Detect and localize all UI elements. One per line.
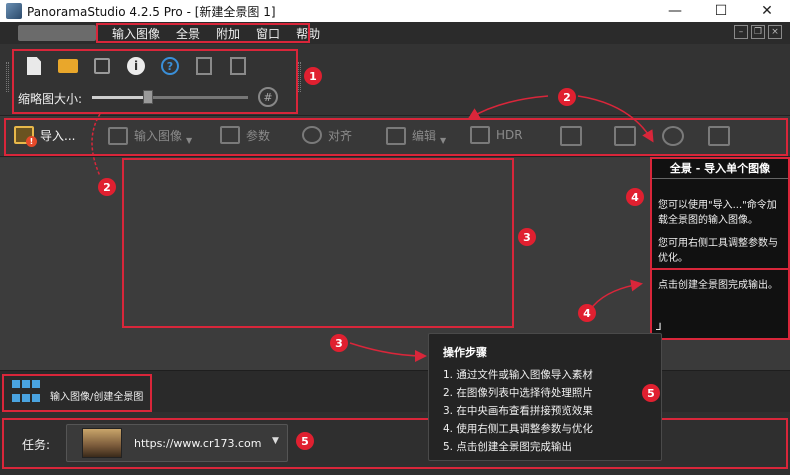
steps-title: 操作步骤 [443, 346, 487, 359]
minimize-button[interactable]: — [652, 0, 698, 22]
callout-5: 5 [642, 384, 660, 402]
step-item: 2. 在图像列表中选择待处理照片 [443, 387, 593, 399]
step-item: 1. 通过文件或输入图像导入素材 [443, 369, 593, 381]
step-item: 4. 使用右侧工具调整参数与优化 [443, 423, 593, 435]
callout-2: 2 [558, 88, 576, 106]
callout-4: 4 [578, 304, 596, 322]
maximize-button[interactable]: ☐ [698, 0, 744, 22]
title-bar: PanoramaStudio 4.2.5 Pro - [新建全景图 1] — ☐… [0, 0, 790, 22]
mdi-controls: – ❐ × [734, 25, 782, 39]
app-icon [6, 3, 22, 19]
callout-5: 5 [296, 432, 314, 450]
steps-tooltip: 操作步骤 1. 通过文件或输入图像导入素材 2. 在图像列表中选择待处理照片 3… [428, 333, 662, 461]
toolbar-highlight-box [4, 118, 788, 156]
close-button[interactable]: ✕ [744, 0, 790, 22]
help-divider [652, 178, 788, 179]
callout-1: 1 [304, 67, 322, 85]
corner-icon: ⅃ [656, 322, 662, 333]
grip-handle-right[interactable] [298, 62, 301, 92]
help-paragraph-2: 您可用右侧工具调整参数与优化。 [658, 238, 778, 264]
window-title: PanoramaStudio 4.2.5 Pro - [新建全景图 1] [27, 4, 276, 19]
help-title: 全景 - 导入单个图像 [669, 162, 771, 175]
task-highlight-box [2, 418, 788, 469]
window-controls: — ☐ ✕ [652, 0, 790, 22]
callout-4: 4 [626, 188, 644, 206]
step-item: 3. 在中央画布查看拼接预览效果 [443, 405, 593, 417]
callout-3: 3 [330, 334, 348, 352]
callout-3: 3 [518, 228, 536, 246]
help-paragraph-1: 您可以使用"导入..."命令加载全景图的输入图像。 [658, 200, 777, 226]
help-paragraph-3: 点击创建全景图完成输出。 [658, 280, 778, 291]
help-separator [650, 268, 790, 270]
step-item: 5. 点击创建全景图完成输出 [443, 441, 572, 453]
bottom-highlight-box [2, 374, 152, 412]
tools-highlight-box [12, 49, 298, 114]
menu-highlight-box [96, 23, 310, 43]
mdi-close-button[interactable]: × [768, 25, 782, 39]
canvas-highlight-box [122, 158, 514, 328]
mdi-minimize-button[interactable]: – [734, 25, 748, 39]
mdi-restore-button[interactable]: ❐ [751, 25, 765, 39]
grip-handle-left[interactable] [6, 62, 9, 92]
menu-blurred-region [18, 25, 96, 41]
callout-2: 2 [98, 178, 116, 196]
